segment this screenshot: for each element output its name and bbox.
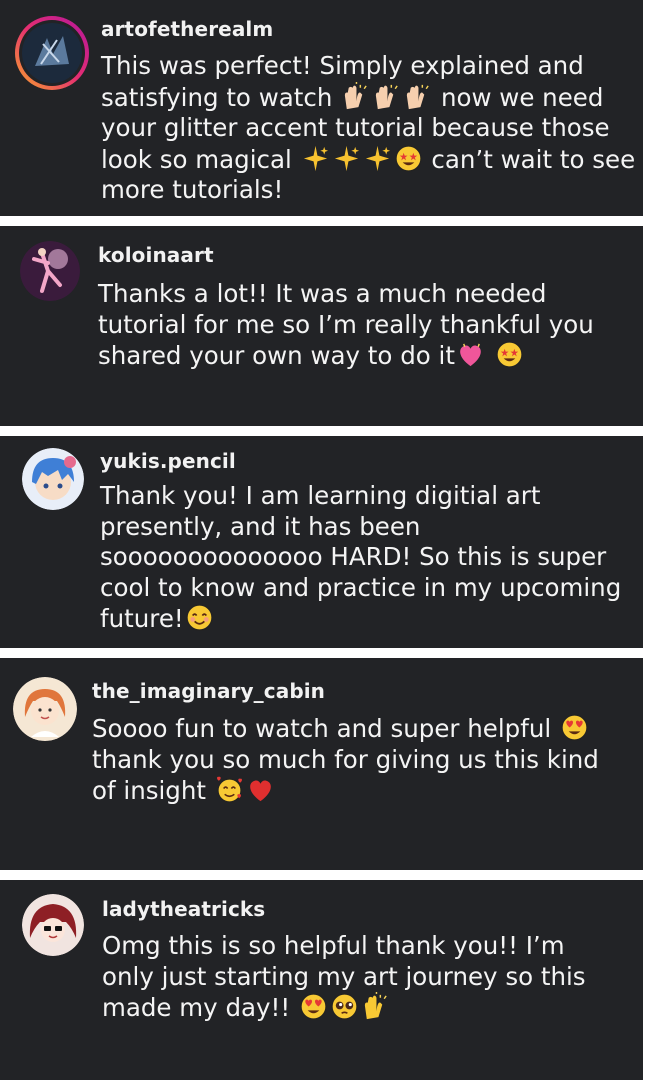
raising-hands-icon xyxy=(372,82,401,111)
avatar[interactable] xyxy=(22,894,84,956)
star-struck-icon xyxy=(394,144,423,173)
comment-text: Soooo fun to watch and super helpful tha… xyxy=(92,713,599,805)
avatar[interactable] xyxy=(13,677,77,741)
comment-text: This was perfect! Simply explained and s… xyxy=(101,51,636,204)
sparkles-icon xyxy=(301,144,330,173)
sparkles-icon xyxy=(332,144,361,173)
red-heart-icon xyxy=(246,775,275,804)
raising-hands-icon xyxy=(361,992,390,1021)
raising-hands-icon xyxy=(341,81,370,111)
comment-card: yukis.pencil Thank you! I am learning di… xyxy=(0,436,643,648)
comment-card: koloinaart Thanks a lot!! It was a much … xyxy=(0,226,643,426)
avatar[interactable] xyxy=(20,241,80,301)
smiling-face-with-hearts-icon xyxy=(215,775,244,804)
comment-card: the_imaginary_cabin Soooo fun to watch a… xyxy=(0,658,643,870)
comment-username[interactable]: yukis.pencil xyxy=(100,449,236,473)
comment-username[interactable]: artofetherealm xyxy=(101,17,273,41)
comment-username[interactable]: koloinaart xyxy=(98,243,214,267)
comment-text: Thanks a lot!! It was a much needed tuto… xyxy=(98,279,594,370)
star-struck-icon xyxy=(495,340,524,369)
sparkles-icon xyxy=(363,144,392,173)
avatar-story-ring[interactable] xyxy=(13,14,91,92)
smiling-face-icon xyxy=(185,603,214,632)
sparkling-heart-icon xyxy=(456,340,485,369)
comment-username[interactable]: the_imaginary_cabin xyxy=(92,679,325,703)
heart-eyes-icon xyxy=(299,992,328,1021)
comment-text: Omg this is so helpful thank you!! I’m o… xyxy=(102,931,586,1022)
comment-username[interactable]: ladytheatricks xyxy=(102,897,265,921)
raising-hands-icon xyxy=(403,82,432,111)
comment-card: artofetherealm This was perfect! Simply … xyxy=(0,0,643,216)
pleading-face-icon xyxy=(330,992,359,1021)
comment-card: ladytheatricks Omg this is so helpful th… xyxy=(0,880,643,1080)
heart-eyes-icon xyxy=(560,713,589,742)
avatar[interactable] xyxy=(22,448,84,510)
comment-text: Thank you! I am learning digitial art pr… xyxy=(100,481,622,633)
